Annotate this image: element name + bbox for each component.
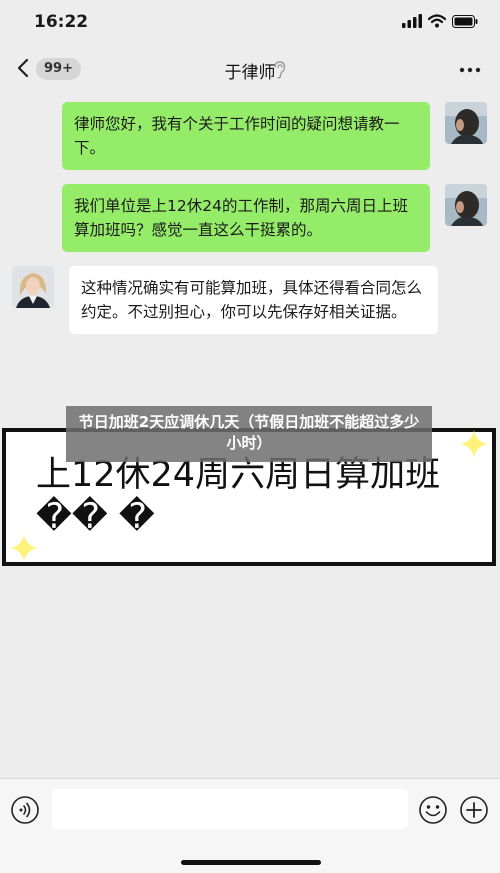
voice-input-icon[interactable] xyxy=(10,795,40,825)
user-avatar[interactable] xyxy=(445,102,487,144)
emoji-icon[interactable] xyxy=(418,795,448,825)
home-indicator[interactable] xyxy=(181,860,321,865)
ear-icon xyxy=(274,61,286,79)
sparkle-icon xyxy=(10,534,38,562)
cellular-signal-icon xyxy=(402,14,422,28)
message-input[interactable] xyxy=(52,789,408,829)
lawyer-avatar-image xyxy=(12,266,54,308)
lawyer-avatar[interactable] xyxy=(12,266,54,308)
headline-text: 上12休24周六周日算加班�� � xyxy=(36,455,441,537)
sparkle-icon xyxy=(460,430,488,458)
battery-icon xyxy=(452,14,478,28)
outgoing-message[interactable]: 我们单位是上12休24的工作制，那周六周日上班算加班吗？感觉一直这么干挺累的。 xyxy=(62,184,430,252)
article-title-overlay: 节日加班2天应调休几天（节假日加班不能超过多少小时） xyxy=(66,406,432,462)
outgoing-message[interactable]: 律师您好，我有个关于工作时间的疑问想请教一下。 xyxy=(62,102,430,170)
status-time: 16:22 xyxy=(34,12,89,32)
user-avatar-image xyxy=(445,184,487,226)
status-bar: 16:22 xyxy=(0,0,500,44)
chat-header: 99+ 于律师 xyxy=(0,48,500,92)
more-options-icon[interactable] xyxy=(458,62,482,78)
wifi-icon xyxy=(428,14,446,28)
more-functions-plus-icon[interactable] xyxy=(459,795,489,825)
user-avatar[interactable] xyxy=(445,184,487,226)
incoming-message[interactable]: 这种情况确实有可能算加班，具体还得看合同怎么约定。不过别担心，你可以先保存好相关… xyxy=(69,266,438,334)
status-icons xyxy=(402,14,478,28)
chat-title: 于律师 xyxy=(224,63,276,83)
user-avatar-image xyxy=(445,102,487,144)
message-input-bar xyxy=(0,778,500,873)
